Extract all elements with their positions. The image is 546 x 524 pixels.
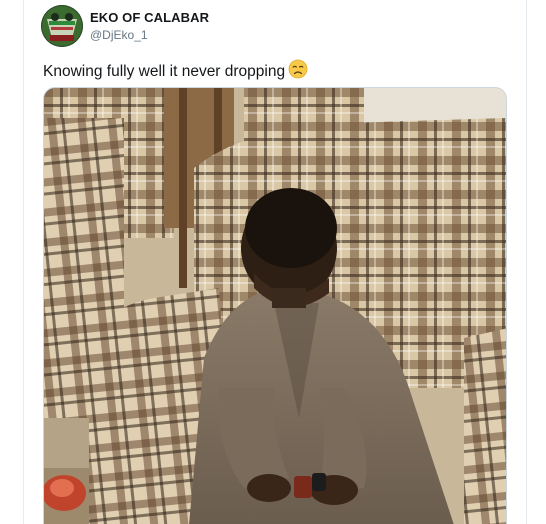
avatar-image bbox=[41, 5, 83, 47]
card-border-right bbox=[526, 0, 527, 524]
avatar[interactable] bbox=[41, 5, 83, 47]
card-border-left bbox=[23, 0, 24, 524]
disappointed-face-icon bbox=[288, 59, 308, 84]
tweet-text-body: Knowing fully well it never dropping bbox=[43, 63, 286, 80]
tweet-media-photo[interactable] bbox=[43, 87, 507, 524]
display-name[interactable]: EKO OF CALABAR bbox=[90, 10, 209, 25]
user-handle[interactable]: @DjEko_1 bbox=[90, 28, 148, 42]
tweet-text: Knowing fully well it never dropping bbox=[43, 59, 308, 84]
photo-image bbox=[44, 88, 506, 524]
tweet-card: EKO OF CALABAR @DjEko_1 Knowing fully we… bbox=[0, 0, 546, 524]
